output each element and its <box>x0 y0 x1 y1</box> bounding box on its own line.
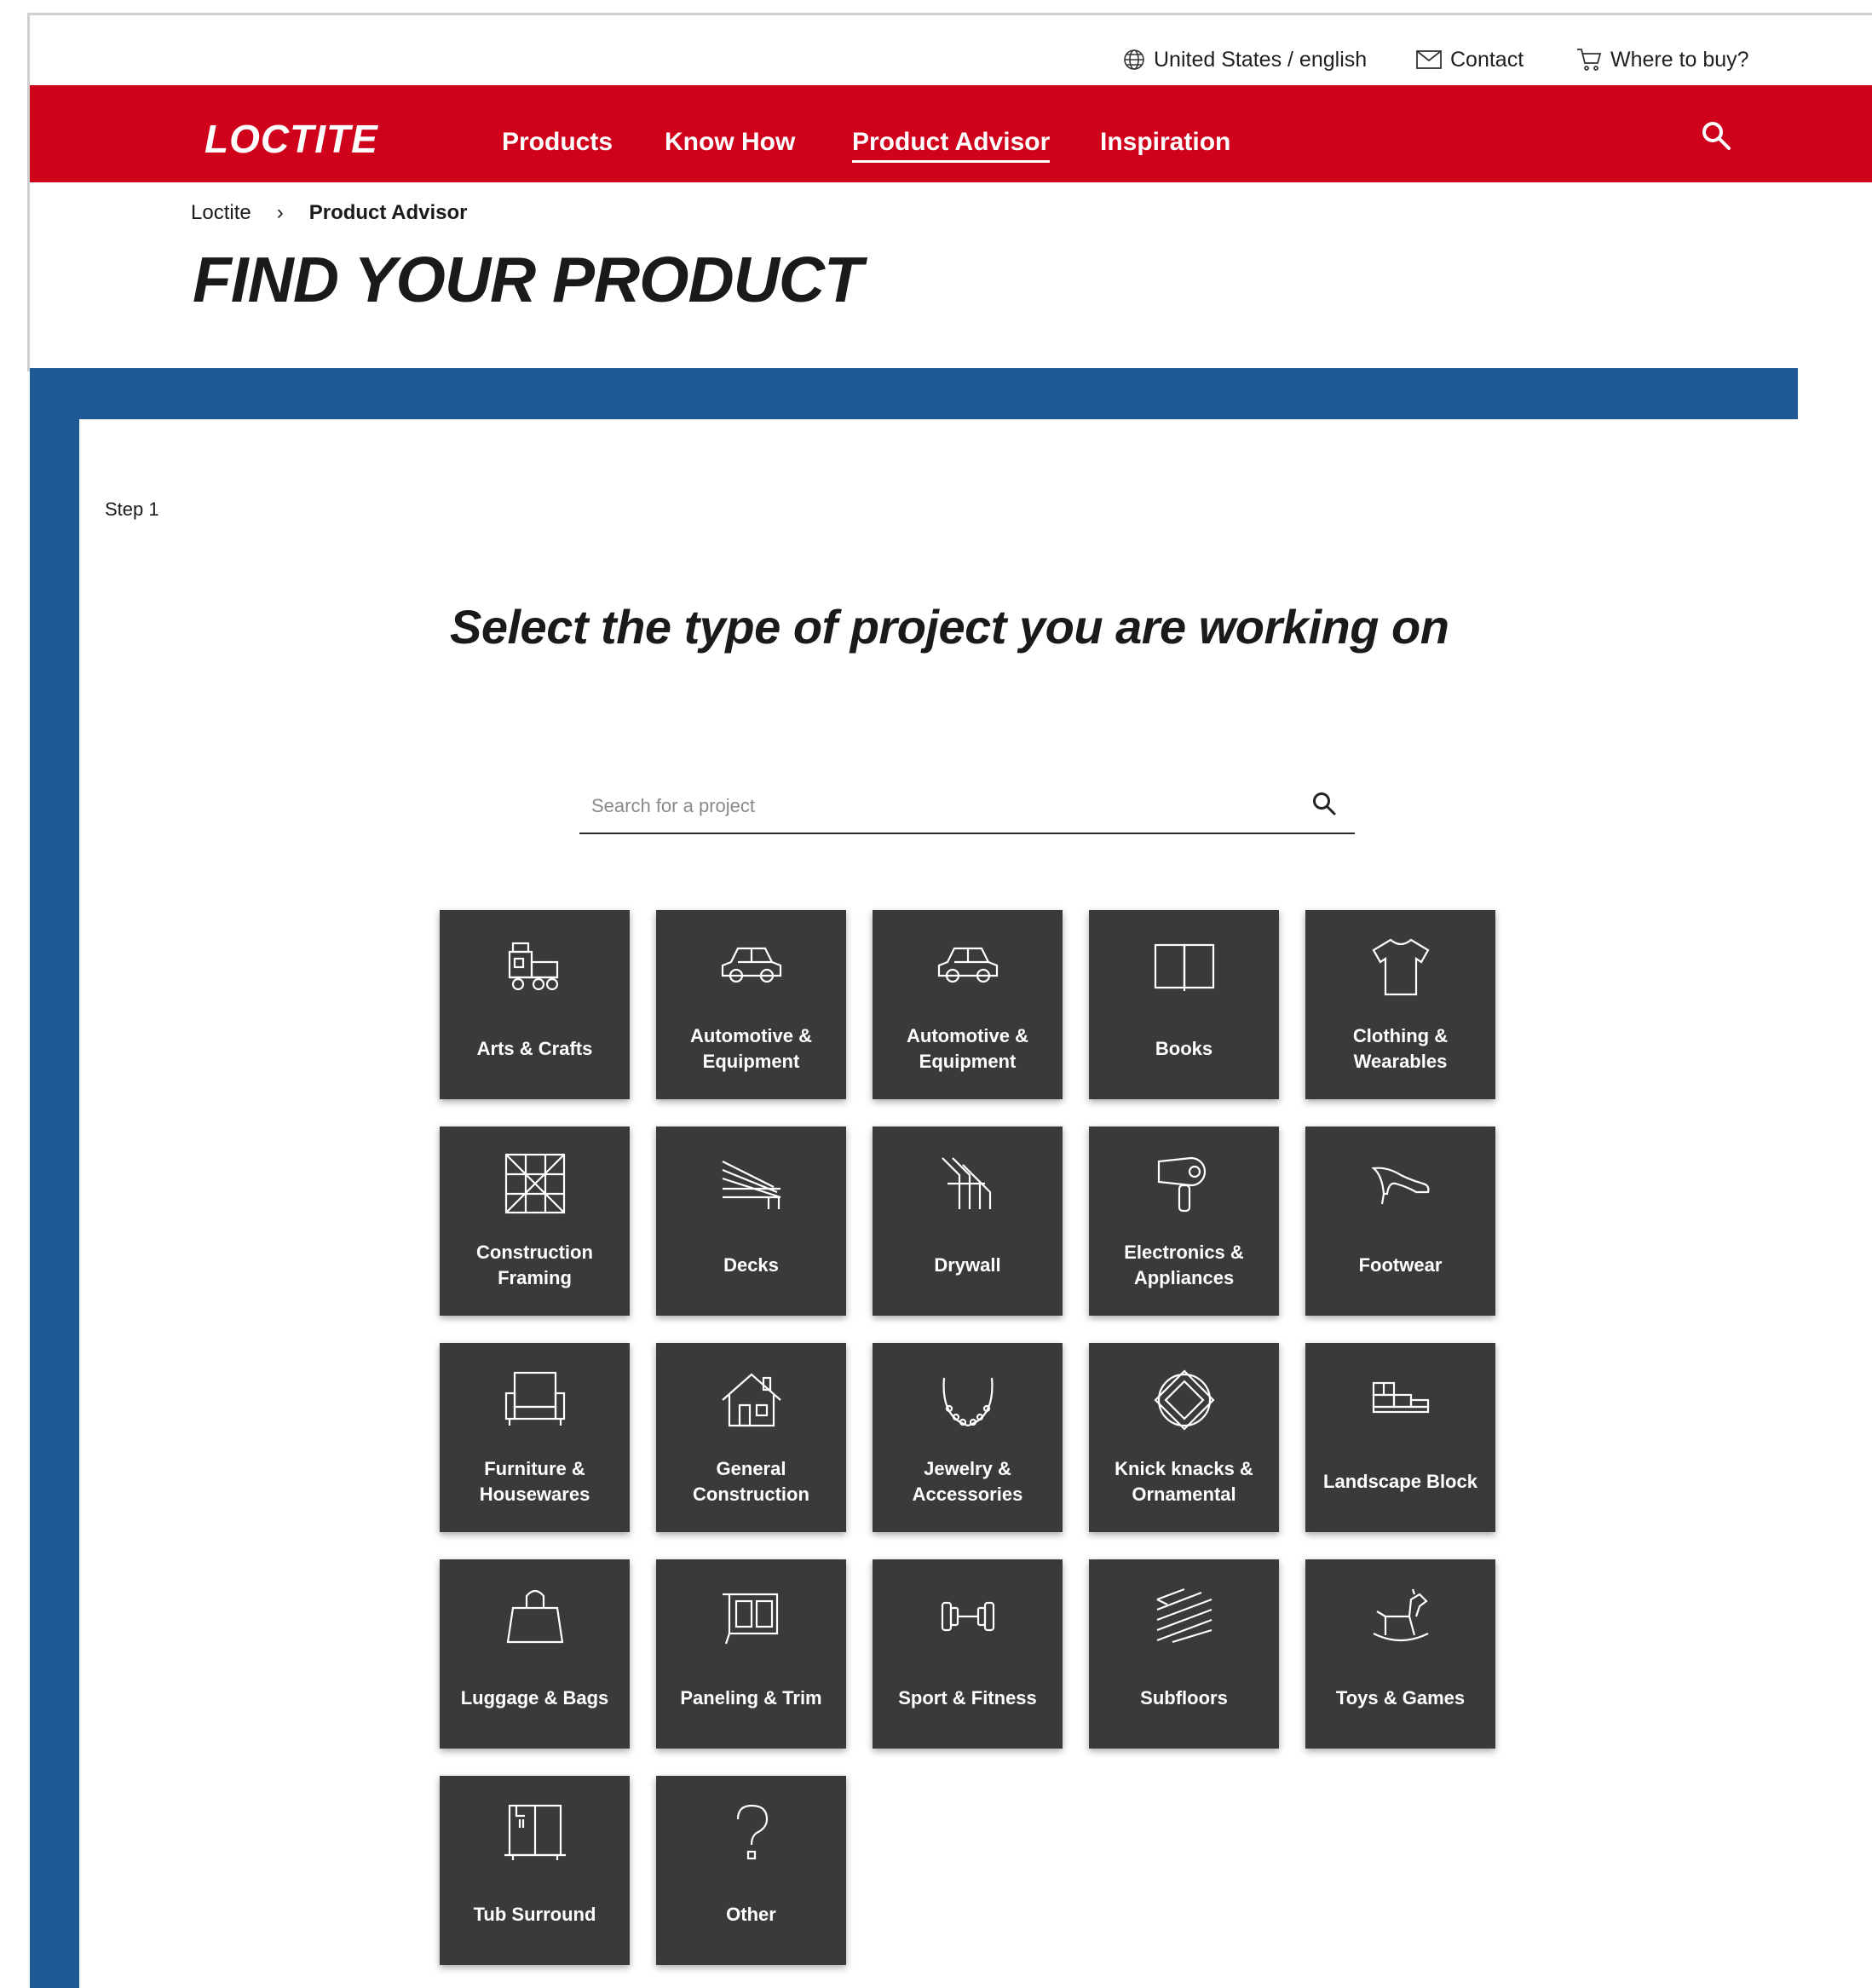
breadcrumb-separator: › <box>276 201 284 224</box>
tile-label: Electronics & Appliances <box>1124 1242 1244 1288</box>
armchair-icon <box>440 1363 630 1437</box>
tile-luggage-bags[interactable]: Luggage & Bags <box>440 1559 630 1749</box>
tile-label: Footwear <box>1358 1254 1443 1276</box>
tile-landscape-block[interactable]: Landscape Block <box>1305 1343 1495 1532</box>
tile-jewelry-accessories[interactable]: Jewelry & Accessories <box>873 1343 1063 1532</box>
utility-bar: United States / english Contact Where to… <box>0 43 1872 77</box>
car-icon <box>656 931 846 1004</box>
tile-furniture-housewares[interactable]: Furniture & Housewares <box>440 1343 630 1532</box>
tile-electronics-appliances[interactable]: Electronics & Appliances <box>1089 1127 1279 1316</box>
tile-label: Tub Surround <box>473 1904 596 1925</box>
bricks-icon <box>1305 1363 1495 1437</box>
search-icon[interactable] <box>1700 119 1732 156</box>
tile-clothing-wearables[interactable]: Clothing & Wearables <box>1305 910 1495 1099</box>
bag-icon <box>440 1580 630 1653</box>
tile-label: Clothing & Wearables <box>1352 1025 1449 1072</box>
page-title: FIND YOUR PRODUCT <box>193 244 863 315</box>
tile-label: Construction Framing <box>476 1242 593 1288</box>
tile-label: Drywall <box>934 1254 1001 1276</box>
cart-icon <box>1577 49 1602 71</box>
tile-general-construction[interactable]: General Construction <box>656 1343 846 1532</box>
contact-label: Contact <box>1450 47 1524 72</box>
search-icon[interactable] <box>1310 790 1338 821</box>
tile-label: General Construction <box>693 1458 809 1505</box>
tile-paneling-trim[interactable]: Paneling & Trim <box>656 1559 846 1749</box>
region-label: United States / english <box>1154 47 1368 72</box>
tile-books[interactable]: Books <box>1089 910 1279 1099</box>
high-heel-icon <box>1305 1147 1495 1220</box>
shower-icon <box>440 1796 630 1870</box>
loctite-logo[interactable]: LOCTITE <box>204 116 378 162</box>
tile-toys-games[interactable]: Toys & Games <box>1305 1559 1495 1749</box>
tile-label: Automotive & Equipment <box>907 1025 1028 1072</box>
region-selector[interactable]: United States / english <box>1123 43 1367 77</box>
globe-icon <box>1124 49 1144 70</box>
rocking-horse-icon <box>1305 1580 1495 1653</box>
tile-subfloors[interactable]: Subfloors <box>1089 1559 1279 1749</box>
tile-other[interactable]: Other <box>656 1776 846 1965</box>
contact-link[interactable]: Contact <box>1416 43 1524 77</box>
ornament-icon <box>1089 1363 1279 1437</box>
panel-icon <box>656 1580 846 1653</box>
framing-grid-icon <box>440 1147 630 1220</box>
tile-arts-crafts[interactable]: Arts & Crafts <box>440 910 630 1099</box>
tile-tub-surround[interactable]: Tub Surround <box>440 1776 630 1965</box>
tile-drywall[interactable]: Drywall <box>873 1127 1063 1316</box>
necklace-icon <box>873 1363 1063 1437</box>
tile-label: Paneling & Trim <box>680 1687 822 1709</box>
tile-knick-knacks-ornamental[interactable]: Knick knacks & Ornamental <box>1089 1343 1279 1532</box>
tile-label: Jewelry & Accessories <box>912 1458 1023 1505</box>
breadcrumb: Loctite › Product Advisor <box>191 201 468 225</box>
tile-label: Sport & Fitness <box>898 1687 1037 1709</box>
car-icon <box>873 931 1063 1004</box>
nav-inspiration[interactable]: Inspiration <box>1100 128 1230 157</box>
drywall-icon <box>873 1147 1063 1220</box>
breadcrumb-home[interactable]: Loctite <box>191 201 251 225</box>
tile-label: Landscape Block <box>1323 1471 1477 1492</box>
tile-label: Knick knacks & Ornamental <box>1115 1458 1253 1505</box>
tile-construction-framing[interactable]: Construction Framing <box>440 1127 630 1316</box>
nav-products[interactable]: Products <box>502 128 613 157</box>
main-navbar: LOCTITE Products Know How Product Adviso… <box>30 85 1872 182</box>
project-search-input[interactable] <box>590 788 1292 824</box>
tile-automotive-equipment[interactable]: Automotive & Equipment <box>656 910 846 1099</box>
open-book-icon <box>1089 931 1279 1004</box>
tile-label: Automotive & Equipment <box>690 1025 812 1072</box>
nav-product-advisor[interactable]: Product Advisor <box>852 128 1051 163</box>
tile-label: Furniture & Housewares <box>479 1458 590 1505</box>
nav-know-how[interactable]: Know How <box>665 128 795 157</box>
tile-sport-fitness[interactable]: Sport & Fitness <box>873 1559 1063 1749</box>
hair-dryer-icon <box>1089 1147 1279 1220</box>
where-to-buy-label: Where to buy? <box>1610 47 1749 72</box>
project-search <box>579 780 1355 834</box>
deck-boards-icon <box>656 1147 846 1220</box>
toy-train-icon <box>440 931 630 1004</box>
blue-band-left <box>30 368 79 1988</box>
page-frame-top <box>27 13 1872 15</box>
step-indicator: Step 1 <box>105 498 159 520</box>
tile-decks[interactable]: Decks <box>656 1127 846 1316</box>
tile-label: Toys & Games <box>1335 1687 1466 1709</box>
tile-label: Luggage & Bags <box>460 1687 609 1709</box>
tile-automotive-equipment-2[interactable]: Automotive & Equipment <box>873 910 1063 1099</box>
tile-label: Arts & Crafts <box>476 1038 593 1059</box>
dumbbell-icon <box>873 1580 1063 1653</box>
envelope-icon <box>1416 50 1442 69</box>
tile-label: Other <box>726 1904 776 1925</box>
subfloor-icon <box>1089 1580 1279 1653</box>
tile-label: Subfloors <box>1140 1687 1228 1709</box>
house-icon <box>656 1363 846 1437</box>
tshirt-icon <box>1305 931 1495 1004</box>
blue-band-top <box>30 368 1798 419</box>
tile-label: Books <box>1155 1038 1213 1059</box>
breadcrumb-current: Product Advisor <box>308 201 468 224</box>
where-to-buy-link[interactable]: Where to buy? <box>1576 43 1749 77</box>
step-question: Select the type of project you are worki… <box>450 600 1449 654</box>
tile-label: Decks <box>723 1254 779 1276</box>
question-mark-icon <box>656 1796 846 1870</box>
tile-footwear[interactable]: Footwear <box>1305 1127 1495 1316</box>
